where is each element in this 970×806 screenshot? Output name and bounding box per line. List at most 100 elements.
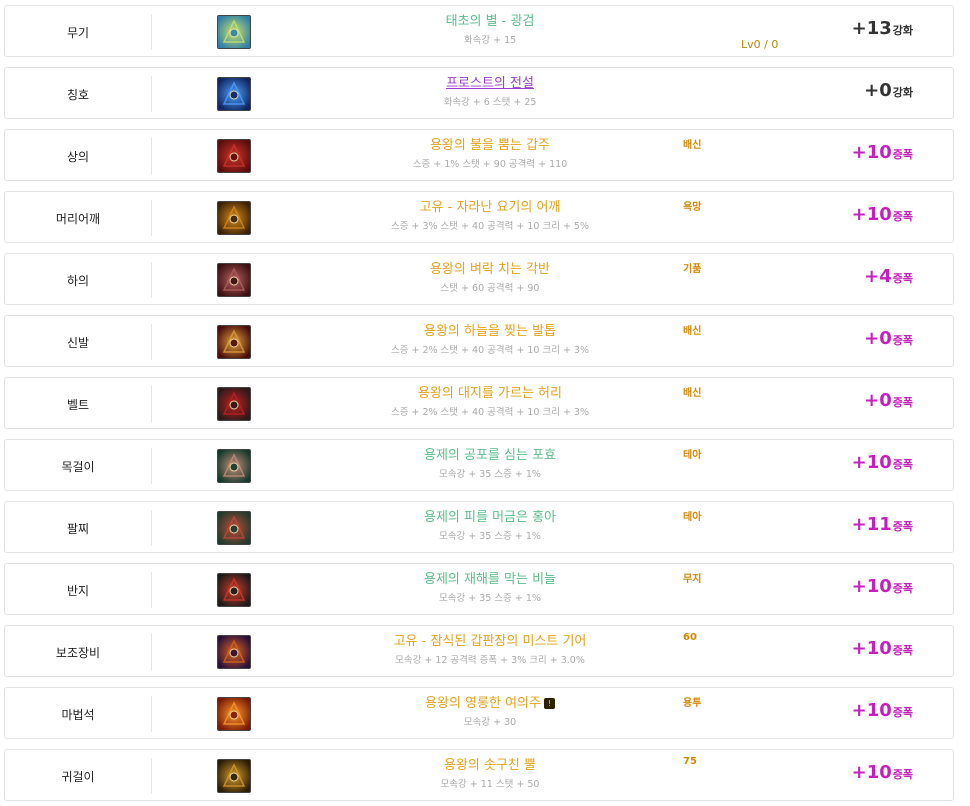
option-tag: 테아 [683, 450, 702, 461]
item-stats: 스증 + 2% 스탯 + 40 공격력 + 10 크리 + 3% [390, 345, 590, 356]
item-name[interactable]: 용제의 공포를 심는 포효 [305, 448, 675, 464]
row-divider [151, 14, 152, 50]
enhance-value: +10증폭 [852, 452, 913, 473]
enhance-number: +10 [851, 576, 892, 597]
shoulder-icon[interactable] [217, 201, 251, 235]
item-name-text: 고유 - 자라난 요기의 어깨 [419, 200, 561, 215]
enhance-number: +4 [864, 266, 892, 287]
item-stats: 모속강 + 35 스증 + 1% [439, 531, 541, 542]
enhance-number: +10 [851, 638, 892, 659]
item-name[interactable]: 용제의 피를 머금은 홍아 [305, 510, 675, 526]
option-tag: 75 [683, 756, 697, 767]
item-info: 용왕의 영롱한 여의주! 모속강 + 30 [305, 696, 675, 730]
item-stats: 모속강 + 11 스탯 + 50 [440, 779, 540, 790]
option-tag: 배신 [683, 388, 702, 399]
option-tag: 배신 [683, 326, 702, 337]
item-stats: 스증 + 1% 스탯 + 90 공격력 + 110 [412, 159, 568, 170]
equipment-list: 무기 태초의 별 - 광검 화속강 + 15 Lv0 / 0 +13강화 칭호 프로스트… [0, 0, 970, 806]
magic-stone-icon[interactable] [217, 697, 251, 731]
shoes-icon[interactable] [217, 325, 251, 359]
item-stats: 스증 + 2% 스탯 + 40 공격력 + 10 크리 + 3% [390, 407, 590, 418]
equipment-row[interactable]: 목걸이 용제의 공포를 심는 포효모속강 + 35 스증 + 1% 테아 +10증폭 [4, 439, 954, 491]
equipment-row[interactable]: 상의 용왕의 불을 뿜는 갑주 스증 + 1% 스탯 + 90 공격력 + 110… [4, 129, 954, 181]
equipment-row[interactable]: 신발 용왕의 하늘을 찢는 발톱스증 + 2% 스탯 + 40 공격력 + 10… [4, 315, 954, 367]
earring-icon[interactable] [217, 759, 251, 793]
item-name[interactable]: 고유 - 자라난 요기의 어깨 [305, 200, 675, 216]
equipment-row[interactable]: 팔찌 용제의 피를 머금은 홍아 모속강 + 35 스증 + 1% 테아 +11증폭 [4, 501, 954, 553]
enhance-number: +0 [864, 80, 892, 101]
warning-icon[interactable]: ! [543, 698, 555, 709]
item-name-text: 고유 - 잠식된 갑판장의 미스트 기어 [393, 634, 587, 649]
top-armor-icon[interactable] [217, 139, 251, 173]
equipment-row[interactable]: 무기 태초의 별 - 광검 화속강 + 15 Lv0 / 0 +13강화 [4, 5, 954, 57]
enhance-value: +0증폭 [864, 390, 913, 411]
enhance-value: +10증폭 [852, 638, 913, 659]
bracelet-icon[interactable] [217, 511, 251, 545]
item-name[interactable]: 용왕의 불을 뿜는 갑주 [305, 138, 675, 154]
item-info: 고유 - 잠식된 갑판장의 미스트 기어 모속강 + 12 공격력 증폭 + 3%… [305, 634, 675, 668]
item-name-text: 프로스트의 전설 [446, 76, 534, 91]
item-stats: 모속강 + 35 스증 + 1% [439, 469, 541, 480]
slot-label: 목걸이 [61, 459, 95, 474]
enhance-unit: 증폭 [892, 520, 913, 533]
pants-icon[interactable] [217, 263, 251, 297]
item-name[interactable]: 용제의 재해를 막는 비늘 [305, 572, 675, 588]
item-name[interactable]: 용왕의 하늘을 찢는 발톱 [305, 324, 675, 340]
equipment-row[interactable]: 벨트 용왕의 대지를 가르는 허리스증 + 2% 스탯 + 40 공격력 + 1… [4, 377, 954, 429]
row-divider [151, 696, 152, 732]
necklace-icon[interactable] [217, 449, 251, 483]
enhance-number: +10 [851, 762, 892, 783]
item-name[interactable]: 프로스트의 전설 [305, 76, 675, 92]
row-divider [151, 448, 152, 484]
item-name[interactable]: 고유 - 잠식된 갑판장의 미스트 기어 [305, 634, 675, 650]
item-info: 용왕의 솟구친 뿔모속강 + 11 스탯 + 50 [305, 758, 675, 792]
item-stats: 모속강 + 35 스증 + 1% [439, 593, 541, 604]
sub-equipment-icon[interactable] [217, 635, 251, 669]
enhance-value: +10증폭 [852, 142, 913, 163]
row-divider [151, 572, 152, 608]
item-stats: 화속강 + 6 스탯 + 25 [443, 97, 537, 108]
enhance-unit: 증폭 [892, 272, 913, 285]
equipment-row[interactable]: 머리어깨 고유 - 자라난 요기의 어깨 스증 + 3% 스탯 + 40 공격력 … [4, 191, 954, 243]
equipment-row[interactable]: 하의 용왕의 벼락 치는 각반 스탯 + 60 공격력 + 90 기품 +4증폭 [4, 253, 954, 305]
option-tag: 배신 [683, 140, 702, 151]
row-divider [151, 138, 152, 174]
item-name[interactable]: 용왕의 솟구친 뿔 [305, 758, 675, 774]
row-divider [151, 386, 152, 422]
weapon-icon[interactable] [217, 15, 251, 49]
item-name-text: 용왕의 벼락 치는 각반 [429, 262, 551, 277]
equipment-row[interactable]: 보조장비 고유 - 잠식된 갑판장의 미스트 기어 모속강 + 12 공격력 증폭… [4, 625, 954, 677]
enhance-number: +0 [864, 390, 892, 411]
option-tag: 무지 [683, 574, 702, 585]
enhance-number: +13 [851, 18, 892, 39]
enhance-value: +10증폭 [852, 576, 913, 597]
enhance-unit: 증폭 [892, 706, 913, 719]
enhance-number: +10 [851, 700, 892, 721]
enhance-value: +10증폭 [852, 700, 913, 721]
equipment-row[interactable]: 칭호 프로스트의 전설 화속강 + 6 스탯 + 25 +0강화 [4, 67, 954, 119]
enhance-value: +11증폭 [852, 514, 913, 535]
enhance-unit: 증폭 [892, 396, 913, 409]
equipment-row[interactable]: 마법석 용왕의 영롱한 여의주! 모속강 + 30 용투 +10증폭 [4, 687, 954, 739]
item-name[interactable]: 용왕의 영롱한 여의주! [305, 696, 675, 712]
item-name[interactable]: 태초의 별 - 광검 [305, 14, 675, 30]
slot-label: 신발 [66, 335, 90, 350]
row-divider [151, 324, 152, 360]
belt-icon[interactable] [217, 387, 251, 421]
ring-icon[interactable] [217, 573, 251, 607]
row-divider [151, 758, 152, 794]
slot-label: 벨트 [66, 397, 90, 412]
enhance-unit: 강화 [892, 86, 913, 99]
item-stats: 화속강 + 15 [463, 35, 517, 46]
item-name[interactable]: 용왕의 벼락 치는 각반 [305, 262, 675, 278]
enhance-unit: 증폭 [892, 334, 913, 347]
equipment-row[interactable]: 반지 용제의 재해를 막는 비늘 모속강 + 35 스증 + 1% 무지 +10증폭 [4, 563, 954, 615]
row-divider [151, 76, 152, 112]
enhance-value: +0증폭 [864, 328, 913, 349]
equipment-row[interactable]: 귀걸이 용왕의 솟구친 뿔 모속강 + 11 스탯 + 50 75 +10증폭 [4, 749, 954, 801]
enhance-number: +10 [851, 452, 892, 473]
option-tag: 기품 [683, 264, 702, 275]
item-name[interactable]: 용왕의 대지를 가르는 허리 [305, 386, 675, 402]
title-icon[interactable] [217, 77, 251, 111]
option-tag: 테아 [683, 512, 702, 523]
